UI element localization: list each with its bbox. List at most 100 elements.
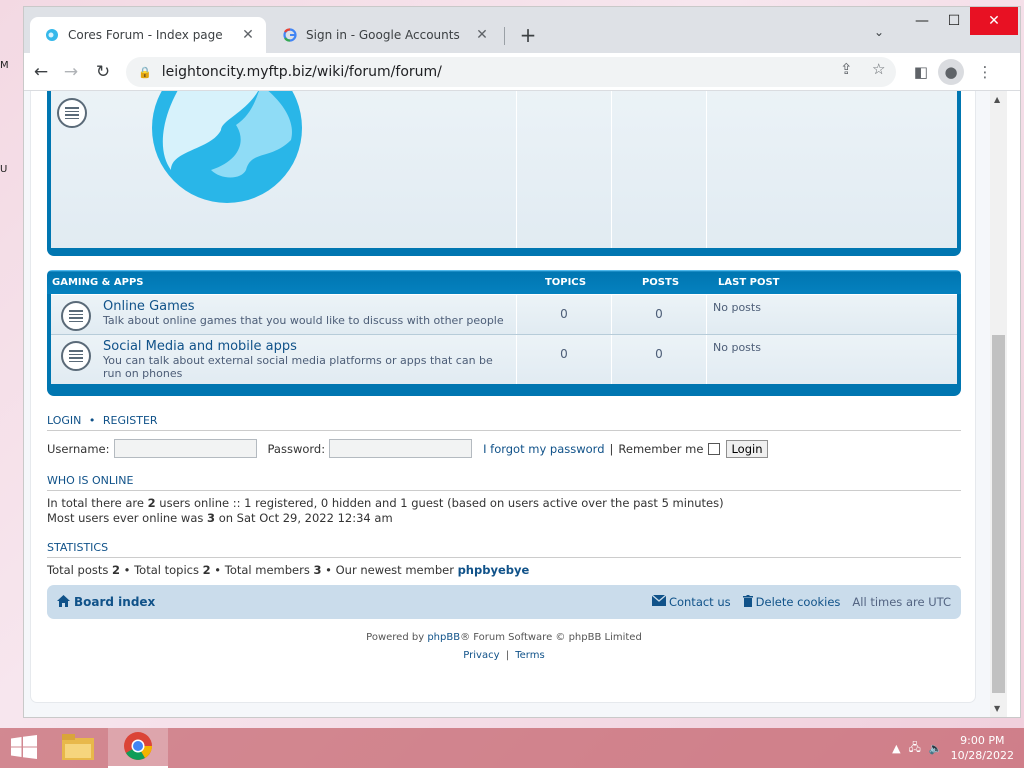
start-button[interactable] (0, 728, 48, 768)
category-block-previous (47, 91, 961, 256)
forum-title-link[interactable]: Social Media and mobile apps (103, 339, 508, 354)
show-hidden-icons-arrow-icon[interactable]: ▲ (892, 742, 900, 755)
reload-icon[interactable]: ↻ (92, 61, 114, 83)
timezone-text: All times are UTC (852, 595, 951, 609)
phpbb-link[interactable]: phpBB (427, 632, 460, 643)
desktop-icon-fragment: M (0, 60, 9, 71)
last-post: No posts (713, 301, 761, 314)
login-button[interactable]: Login (726, 439, 768, 458)
column-divider (706, 91, 707, 248)
topics-count: 0 (517, 335, 612, 384)
username-label: Username: (47, 441, 110, 456)
desktop-icon-fragment: U (0, 164, 8, 175)
taskbar-clock[interactable]: 9:00 PM 10/28/2022 (951, 733, 1014, 763)
close-window-button[interactable]: ✕ (970, 7, 1018, 35)
tab-bar: Cores Forum - Index page ✕ Sign in - Goo… (24, 7, 1020, 53)
statistics-heading: STATISTICS (47, 541, 109, 554)
forum-read-icon (61, 341, 91, 371)
password-field[interactable] (329, 439, 473, 458)
contact-us-link[interactable]: Contact us (651, 594, 731, 609)
windows-taskbar: ▲ 🖧 🔈 9:00 PM 10/28/2022 (0, 728, 1024, 768)
forgot-password-link[interactable]: I forgot my password (483, 442, 604, 456)
envelope-icon (651, 594, 667, 609)
topics-header: TOPICS (544, 276, 587, 288)
close-tab-icon[interactable]: ✕ (240, 27, 256, 43)
page-scrollbar[interactable]: ▲ ▼ (990, 91, 1007, 717)
folder-icon (62, 733, 94, 763)
menu-kebab-icon[interactable]: ⋮ (972, 59, 998, 85)
bookmark-star-icon[interactable]: ☆ (872, 60, 885, 78)
divider (47, 430, 961, 431)
forum-read-icon (57, 98, 87, 128)
page-wrap: GAMING & APPS TOPICS POSTS LAST POST Onl… (30, 91, 976, 703)
posts-count: 0 (612, 335, 707, 384)
forum-title-link[interactable]: Online Games (103, 299, 508, 314)
remember-me-checkbox[interactable] (708, 442, 721, 455)
divider (47, 557, 961, 558)
forum-read-icon (61, 301, 91, 331)
delete-cookies-link[interactable]: Delete cookies (742, 594, 840, 610)
network-icon[interactable]: 🖧 (909, 739, 921, 758)
back-arrow-icon[interactable]: ← (30, 61, 52, 83)
category-gaming-apps: GAMING & APPS TOPICS POSTS LAST POST Onl… (47, 270, 961, 396)
google-g-icon (282, 27, 298, 43)
who-is-online-heading[interactable]: WHO IS ONLINE (47, 474, 133, 487)
new-tab-button[interactable]: + (514, 21, 542, 49)
column-divider (611, 91, 612, 248)
minimize-button[interactable]: — (904, 7, 940, 35)
divider (47, 490, 961, 491)
forum-globe-image (152, 91, 302, 203)
scrollbar-thumb[interactable] (992, 335, 1005, 693)
forum-row: Online Games Talk about online games tha… (51, 294, 957, 334)
scroll-up-arrow-icon[interactable]: ▲ (994, 95, 1000, 104)
share-icon[interactable]: ⇪ (840, 60, 853, 78)
login-link[interactable]: LOGIN (47, 414, 81, 427)
tab-search-chevron-icon[interactable]: ⌄ (874, 25, 884, 39)
side-panel-icon[interactable]: ◧ (908, 59, 934, 85)
column-divider (516, 91, 517, 248)
maximize-button[interactable]: ☐ (936, 7, 972, 35)
bullet-separator: • (88, 414, 96, 427)
login-heading: LOGIN • REGISTER (47, 414, 158, 427)
most-online-line: Most users ever online was 3 on Sat Oct … (47, 511, 393, 525)
footer-navbar: Board index Contact us Delete cookies Al… (47, 585, 961, 619)
chrome-taskbar-button[interactable] (108, 728, 168, 768)
windows-logo-icon (11, 734, 37, 762)
browser-window: Cores Forum - Index page ✕ Sign in - Goo… (24, 7, 1020, 717)
posts-header: POSTS (641, 276, 680, 288)
board-index-link[interactable]: Board index (57, 594, 155, 610)
terms-link[interactable]: Terms (515, 650, 544, 661)
tab-cores-forum[interactable]: Cores Forum - Index page ✕ (30, 17, 266, 53)
trash-icon (742, 594, 753, 610)
last-post: No posts (713, 341, 761, 354)
forum-description: Talk about online games that you would l… (103, 314, 504, 327)
tab-google-signin[interactable]: Sign in - Google Accounts ✕ (268, 17, 500, 53)
register-link[interactable]: REGISTER (103, 414, 158, 427)
forum-globe-icon (44, 27, 60, 43)
file-explorer-taskbar-button[interactable] (48, 728, 108, 768)
close-tab-icon[interactable]: ✕ (474, 27, 490, 43)
newest-member-link[interactable]: phpbyebye (458, 563, 530, 577)
forum-description: You can talk about external social media… (103, 354, 493, 380)
category-header: GAMING & APPS TOPICS POSTS LAST POST (47, 270, 961, 294)
lock-icon[interactable]: 🔒 (138, 66, 152, 79)
privacy-link[interactable]: Privacy (463, 650, 499, 661)
chrome-icon (123, 731, 153, 764)
forward-arrow-icon[interactable]: → (60, 61, 82, 83)
forum-row-partial (51, 91, 957, 248)
home-icon (57, 594, 70, 610)
scroll-down-arrow-icon[interactable]: ▼ (994, 704, 1000, 713)
statistics-line: Total posts 2 • Total topics 2 • Total m… (47, 563, 530, 577)
remember-me-label: Remember me (618, 441, 704, 456)
category-title[interactable]: GAMING & APPS (52, 277, 518, 288)
powered-by-text: Powered by phpBB® Forum Software © phpBB… (366, 632, 642, 643)
password-label: Password: (267, 441, 326, 456)
address-bar[interactable]: 🔒 leightoncity.myftp.biz/wiki/forum/foru… (126, 57, 896, 87)
footer-links: Privacy | Terms (463, 650, 545, 661)
profile-avatar-icon[interactable]: ● (938, 59, 964, 85)
clock-time: 9:00 PM (960, 734, 1005, 747)
username-field[interactable] (113, 439, 257, 458)
page-viewport: GAMING & APPS TOPICS POSTS LAST POST Onl… (24, 91, 992, 717)
volume-icon[interactable]: 🔈 (929, 742, 943, 755)
last-post-header: LAST POST (718, 276, 780, 288)
